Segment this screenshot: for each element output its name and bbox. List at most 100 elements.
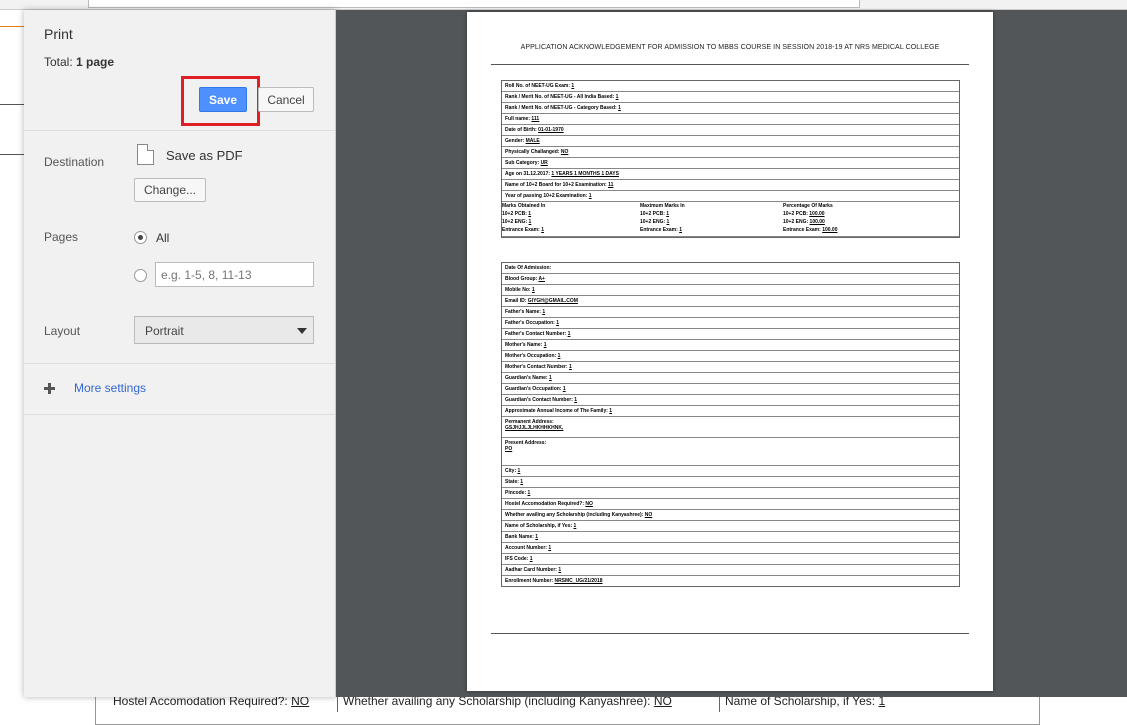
field-label: Full name: — [505, 116, 531, 122]
field-value: 1 — [618, 105, 621, 111]
field-label: Physically Challanged: — [505, 149, 560, 155]
field-value: 1 — [567, 331, 571, 337]
marks-value: 1 — [528, 211, 532, 217]
field-value: 1 — [562, 386, 566, 392]
marks-cell: 10+2 ENG: 100.00 — [783, 219, 825, 225]
field-row: City: 1 — [502, 466, 959, 477]
field-row: Pincode: 1 — [502, 488, 959, 499]
field-row: Present Address: PO — [502, 438, 959, 466]
field-row: Sub Category: UR — [502, 158, 959, 169]
marks-value: 1 — [666, 211, 670, 217]
field-row: Father's Occupation: 1 — [502, 318, 959, 329]
marks-subject: Entrance Exam: — [783, 227, 821, 233]
field-label: Roll No. of NEET-UG Exam: — [505, 83, 571, 89]
print-title: Print — [44, 26, 73, 42]
field-row: Bank Name: 1 — [502, 532, 959, 543]
field-row: State: 1 — [502, 477, 959, 488]
marks-table: Marks Obtained In Maximum Marks In Percent… — [502, 202, 959, 237]
cancel-button[interactable]: Cancel — [258, 87, 314, 112]
field-label: Father's Occupation: — [505, 320, 555, 326]
marks-value: 100.00 — [809, 211, 825, 217]
plus-icon[interactable] — [44, 383, 55, 394]
separator — [24, 414, 335, 415]
address-bar[interactable] — [88, 0, 860, 8]
preview-area[interactable]: APPLICATION ACKNOWLEDGEMENT FOR ADMISSIO… — [336, 10, 1127, 697]
field-value: 1 — [543, 342, 547, 348]
field-label: Date of Birth: — [505, 127, 537, 133]
field-row: Gender: MALE — [502, 136, 959, 147]
bg-divider — [0, 104, 24, 105]
field-row: Enrollment Number: NRSMC_UG/21/2018 — [502, 576, 959, 586]
marks-header: Percentage Of Marks — [783, 203, 833, 209]
field-value: 1 — [527, 490, 531, 496]
preview-page: APPLICATION ACKNOWLEDGEMENT FOR ADMISSIO… — [467, 12, 993, 691]
marks-subject: 10+2 ENG: — [640, 219, 666, 225]
pages-all-radio[interactable] — [134, 231, 147, 244]
marks-cell: Entrance Exam: 1 — [640, 227, 682, 233]
field-row: Rank / Merit No. of NEET-UG - Category B… — [502, 103, 959, 114]
marks-value: 1 — [666, 219, 670, 225]
field-label: IFS Code: — [505, 556, 529, 562]
marks-value: 1 — [541, 227, 544, 233]
field-label: Name of Scholarship, if Yes: — [505, 523, 573, 529]
marks-subject: 10+2 PCB: — [783, 211, 808, 217]
field-label: Whether availing any Scholarship (includ… — [505, 512, 644, 518]
marks-cell: 10+2 PCB: 1 — [502, 211, 531, 217]
field-value: GSJHJJLJLHKHHKHNK, — [505, 425, 564, 431]
field-value: 1 — [568, 364, 572, 370]
separator — [24, 130, 335, 131]
field-row: Year of passing 10+2 Examination: 1 — [502, 191, 959, 202]
field-value: 01-01-1970 — [538, 127, 564, 133]
page-total: Total: 1 page — [44, 55, 115, 69]
field-value: 1 — [531, 287, 535, 293]
field-label: Rank / Merit No. of NEET-UG - Category B… — [505, 105, 617, 111]
field-label: Enrollment Number: — [505, 578, 554, 584]
field-value: 1 — [548, 545, 552, 551]
field-label: Name of 10+2 Board for 10+2 Examination: — [505, 182, 607, 188]
save-button[interactable]: Save — [199, 87, 247, 112]
field-label: Guardian's Name: — [505, 375, 548, 381]
field-row: Mother's Contact Number: 1 — [502, 362, 959, 373]
marks-header: Marks Obtained In — [502, 203, 546, 209]
more-settings-link[interactable]: More settings — [74, 381, 146, 395]
pages-all-label: All — [156, 231, 170, 245]
bg-accent-line — [0, 26, 24, 27]
field-label: Mother's Occupation: — [505, 353, 557, 359]
field-label: Approximate Annual Income of The Family: — [505, 408, 608, 414]
field-value: 1 — [535, 534, 539, 540]
marks-cell: Entrance Exam: 100.00 — [783, 227, 837, 233]
field-label: Blood Group: — [505, 276, 538, 282]
pages-range-input[interactable] — [155, 262, 314, 287]
marks-subject: 10+2 ENG: — [502, 219, 528, 225]
field-value: GIYGH@GMAIL.COM — [527, 298, 578, 304]
field-value: 11 — [608, 182, 614, 188]
marks-subject: 10+2 ENG: — [783, 219, 809, 225]
destination-label: Destination — [44, 155, 105, 169]
layout-label: Layout — [44, 324, 81, 338]
marks-subject: Entrance Exam: — [640, 227, 678, 233]
field-row: Aadhar Card Number: 1 — [502, 565, 959, 576]
field-label: Aadhar Card Number: — [505, 567, 557, 573]
layout-select[interactable]: Portrait — [134, 316, 314, 344]
field-row: Hostel Accomodation Required?: NO — [502, 499, 959, 510]
field-row: Whether availing any Scholarship (includ… — [502, 510, 959, 521]
pages-label: Pages — [44, 230, 79, 244]
change-destination-button[interactable]: Change... — [134, 178, 206, 202]
marks-header: Maximum Marks In — [640, 203, 685, 209]
marks-value: 100.00 — [809, 219, 825, 225]
document-title: APPLICATION ACKNOWLEDGEMENT FOR ADMISSIO… — [520, 44, 940, 51]
field-value: 1 — [548, 375, 552, 381]
field-row: Mother's Occupation: 1 — [502, 351, 959, 362]
bottom-rule — [491, 633, 969, 634]
dropdown-arrow-icon — [297, 328, 307, 334]
field-label: City: — [505, 468, 517, 474]
field-row: Roll No. of NEET-UG Exam: 1 — [502, 81, 959, 92]
field-label: Mobile No: — [505, 287, 531, 293]
destination-value: Save as PDF — [166, 148, 243, 163]
pages-custom-radio[interactable] — [134, 269, 147, 282]
field-row: Father's Name: 1 — [502, 307, 959, 318]
field-label: Hostel Accomodation Required?: — [505, 501, 584, 507]
field-row: Physically Challanged: NO — [502, 147, 959, 158]
field-label: Father's Name: — [505, 309, 541, 315]
field-row: Mobile No: 1 — [502, 285, 959, 296]
